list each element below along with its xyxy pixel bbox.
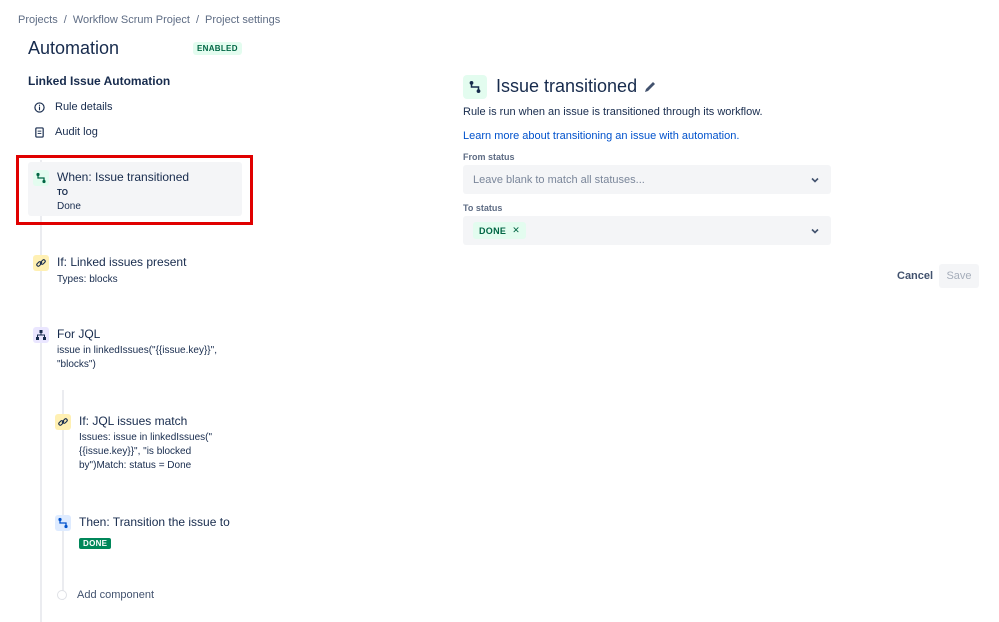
rule-details-link[interactable]: Rule details [34,101,112,113]
panel-description: Rule is run when an issue is transitione… [463,106,763,118]
audit-log-label: Audit log [55,126,98,138]
done-lozenge: DONE [79,538,112,549]
status-badge: ENABLED [193,42,242,55]
branch-sub-line2: "blocks") [57,359,96,370]
breadcrumb-separator: / [195,14,200,26]
audit-log-link[interactable]: Audit log [34,126,98,138]
jql-condition-sub-line3: by")Match: status = Done [79,460,192,471]
breadcrumb-projects[interactable]: Projects [18,14,58,26]
document-icon [34,126,45,138]
done-tag: DONE ✕ [473,222,527,239]
add-component-button[interactable]: Add component [57,589,154,601]
jql-condition[interactable]: If: JQL issues match Issues: issue in li… [55,414,212,473]
breadcrumb-settings[interactable]: Project settings [205,14,280,26]
breadcrumb: Projects / Workflow Scrum Project / Proj… [18,14,280,26]
action-title: Then: Transition the issue to [79,515,230,529]
branch-sub-line1: issue in linkedIssues("{{issue.key}}", [57,345,217,356]
branch-title: For JQL [57,327,101,341]
jql-condition-title: If: JQL issues match [79,414,188,428]
page-title: Automation [28,38,120,58]
condition-sub: Types: blocks [57,274,118,285]
timeline-line [40,160,42,622]
breadcrumb-separator: / [63,14,67,26]
info-icon [34,101,45,113]
add-dot-icon [57,590,67,600]
transition-action[interactable]: Then: Transition the issue to DONE [55,515,230,551]
transition-icon [463,75,487,99]
remove-tag-icon[interactable]: ✕ [512,225,520,236]
jql-branch[interactable]: For JQL issue in linkedIssues("{{issue.k… [33,327,217,372]
from-status-placeholder: Leave blank to match all statuses... [473,173,645,186]
from-status-select[interactable]: Leave blank to match all statuses... [463,165,831,194]
chevron-down-icon [809,174,821,186]
to-status-label: To status [463,203,503,213]
condition-title: If: Linked issues present [57,255,187,269]
rule-details-label: Rule details [55,101,113,113]
link-icon [33,255,49,271]
jql-condition-sub-line1: Issues: issue in linkedIssues(" [79,432,213,443]
branch-icon [33,327,49,343]
linked-issues-condition[interactable]: If: Linked issues present Types: blocks [33,255,186,287]
transition-icon [55,515,71,531]
panel-title: Issue transitioned [496,76,638,96]
learn-more-link[interactable]: Learn more about transitioning an issue … [463,130,739,142]
jql-condition-sub-line2: {{issue.key}}", "is blocked [79,446,192,457]
to-status-select[interactable]: DONE ✕ [463,216,831,245]
link-icon [55,414,71,430]
save-button[interactable]: Save [939,264,979,288]
add-component-label: Add component [77,589,155,601]
done-tag-label: DONE [479,225,507,236]
breadcrumb-project[interactable]: Workflow Scrum Project [73,14,190,26]
highlight-box [16,155,253,225]
chevron-down-icon [809,225,821,237]
pencil-icon[interactable] [643,80,657,94]
cancel-button[interactable]: Cancel [891,265,939,287]
from-status-label: From status [463,152,515,162]
rule-name: Linked Issue Automation [28,74,171,88]
